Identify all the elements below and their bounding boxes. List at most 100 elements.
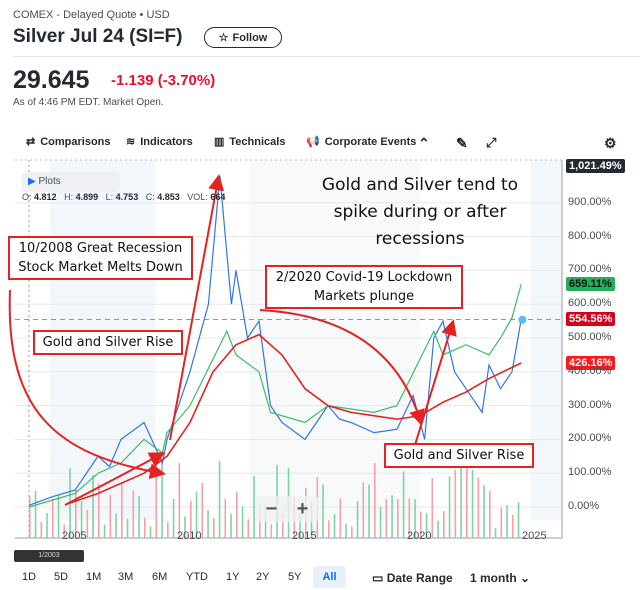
gear-icon[interactable]: ⚙ [604, 135, 617, 152]
volume-bar [29, 495, 31, 538]
pencil-icon[interactable]: ✎ [456, 135, 468, 152]
volume-bar [172, 498, 175, 538]
price: 29.645 [13, 66, 90, 94]
range-all[interactable]: All [313, 566, 346, 588]
compare-arrows-icon: ⇄ [26, 136, 36, 148]
volume-bar [368, 484, 370, 538]
volume-bar [379, 507, 382, 538]
page-title: Silver Jul 24 (SI=F) [13, 26, 183, 47]
volume-bar [512, 514, 514, 538]
indicators-icon: ≋ [126, 136, 136, 148]
follow-button[interactable]: ☆ Follow [204, 27, 282, 48]
volume-bar [517, 502, 520, 538]
volume-bar [230, 513, 232, 538]
low-value: 4.753 [115, 192, 139, 202]
technicals-button[interactable]: ▥ Technicals [214, 135, 286, 149]
volume-bar [247, 519, 250, 538]
range-2y[interactable]: 2Y [256, 571, 269, 583]
corporate-events-button[interactable]: 📢 Corporate Events [306, 135, 416, 149]
range-ytd[interactable]: YTD [186, 571, 208, 583]
gold-value-tag: 659.11% [566, 277, 615, 291]
range-6m[interactable]: 6M [152, 571, 167, 583]
vol-value: 664 [210, 192, 226, 202]
crosshair-date: 1/2003 [14, 550, 84, 562]
volume-bar [213, 518, 215, 538]
y-tick-label: 800.00% [568, 229, 612, 242]
y-tick-label: 100.00% [568, 466, 612, 479]
volume-bar [322, 484, 324, 538]
volume-bar [397, 499, 399, 538]
y-tick-label: 900.00% [568, 195, 612, 208]
close-value: 4.853 [157, 192, 180, 202]
y-tick-label: 0.00% [568, 500, 600, 512]
volume-bar [201, 482, 204, 538]
zoom-controls: − + [256, 496, 318, 522]
volume-bar [103, 524, 106, 538]
star-icon: ☆ [218, 32, 229, 44]
volume-bar [207, 510, 209, 538]
volume-bar [506, 504, 508, 538]
exchange-label: COMEX - Delayed Quote • USD [13, 9, 170, 21]
volume-bar [402, 471, 405, 538]
volume-bar [328, 520, 330, 538]
volume-bar [126, 518, 129, 538]
volume-bar [57, 494, 60, 538]
plots-label: Plots [38, 176, 61, 187]
volume-bar [167, 521, 169, 538]
volume-bar [241, 506, 244, 538]
indicators-button[interactable]: ≋ Indicators [126, 135, 193, 149]
zoom-out-button[interactable]: − [266, 498, 278, 521]
volume-bar [161, 462, 163, 538]
annotation-rise-2: Gold and Silver Rise [384, 443, 534, 468]
high-label: H: [64, 192, 74, 202]
x-tick-label: 2010 [177, 530, 202, 542]
range-1d[interactable]: 1D [22, 571, 36, 583]
technicals-label: Technicals [229, 135, 286, 148]
y-tick-label: 400.00% [568, 364, 612, 377]
comparisons-button[interactable]: ⇄ Comparisons [26, 135, 111, 149]
play-icon: ▶ [28, 176, 36, 187]
x-tick-label: 2020 [407, 530, 432, 542]
volume-bar [374, 463, 376, 538]
volume-bar [431, 477, 434, 538]
volume-bar [86, 510, 89, 538]
range-1m[interactable]: 1M [86, 571, 101, 583]
range-3m[interactable]: 3M [118, 571, 133, 583]
volume-bar [483, 485, 485, 538]
y-tick-label: 200.00% [568, 432, 612, 445]
range-1y[interactable]: 1Y [226, 571, 239, 583]
range-5d[interactable]: 5D [54, 571, 68, 583]
draw-line-icon[interactable]: ⌃ [418, 135, 430, 152]
range-5y[interactable]: 5Y [288, 571, 301, 583]
zoom-in-button[interactable]: + [297, 498, 309, 521]
volume-bar [138, 495, 140, 538]
plots-toggle[interactable]: ▶ Plots [22, 172, 120, 192]
volume-bar [115, 513, 117, 538]
divider [13, 56, 640, 57]
expand-icon[interactable]: ⤢ [486, 135, 496, 151]
as-of-text: As of 4:46 PM EDT. Market Open. [13, 97, 164, 108]
annotation-2020: 2/2020 Covid-19 Lockdown Markets plunge [265, 265, 463, 309]
interval-label: 1 month [470, 571, 517, 585]
volume-bar [155, 464, 158, 538]
volume-bar [448, 476, 451, 538]
volume-bar [351, 526, 353, 538]
price-change: -1.139 (-3.70%) [111, 72, 215, 89]
interval-select[interactable]: 1 month ⌄ [470, 571, 530, 585]
volume-bar [224, 498, 227, 538]
volume-bar [466, 465, 468, 538]
volume-bar [52, 498, 54, 538]
date-range-button[interactable]: ▭ Date Range [372, 571, 453, 585]
volume-bar [144, 517, 146, 538]
y-tick-label: 500.00% [568, 331, 612, 343]
volume-bar [345, 523, 347, 538]
volume-bar [270, 524, 273, 538]
comparisons-label: Comparisons [40, 135, 111, 148]
volume-bar [443, 511, 445, 538]
volume-bar [149, 526, 152, 538]
volume-bar [362, 482, 365, 538]
change-pct: (-3.70%) [157, 72, 216, 89]
volume-bar [391, 495, 393, 538]
bar-chart-icon: ▥ [214, 136, 225, 148]
volume-bar [333, 514, 336, 538]
